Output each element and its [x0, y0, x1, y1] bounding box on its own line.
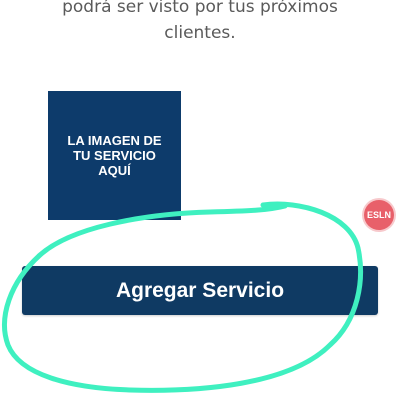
placeholder-text: LA IMAGEN DE TU SERVICIO AQUÍ: [55, 133, 175, 178]
placeholder-line-2: TU SERVICIO: [73, 148, 156, 163]
page: podrá ser visto por tus próximos cliente…: [0, 0, 400, 400]
description-line-1: podrá ser visto por tus próximos: [62, 0, 338, 17]
add-service-button[interactable]: Agregar Servicio: [22, 266, 378, 315]
badge-label: ESLN: [366, 210, 391, 220]
description-text: podrá ser visto por tus próximos cliente…: [0, 0, 400, 46]
service-image-placeholder[interactable]: LA IMAGEN DE TU SERVICIO AQUÍ: [48, 91, 181, 220]
placeholder-line-1: LA IMAGEN DE: [67, 133, 162, 148]
add-service-button-label: Agregar Servicio: [115, 278, 285, 302]
floating-badge-icon[interactable]: ESLN: [364, 200, 394, 230]
description-line-2: clientes.: [164, 23, 236, 43]
placeholder-line-3: AQUÍ: [98, 163, 131, 178]
